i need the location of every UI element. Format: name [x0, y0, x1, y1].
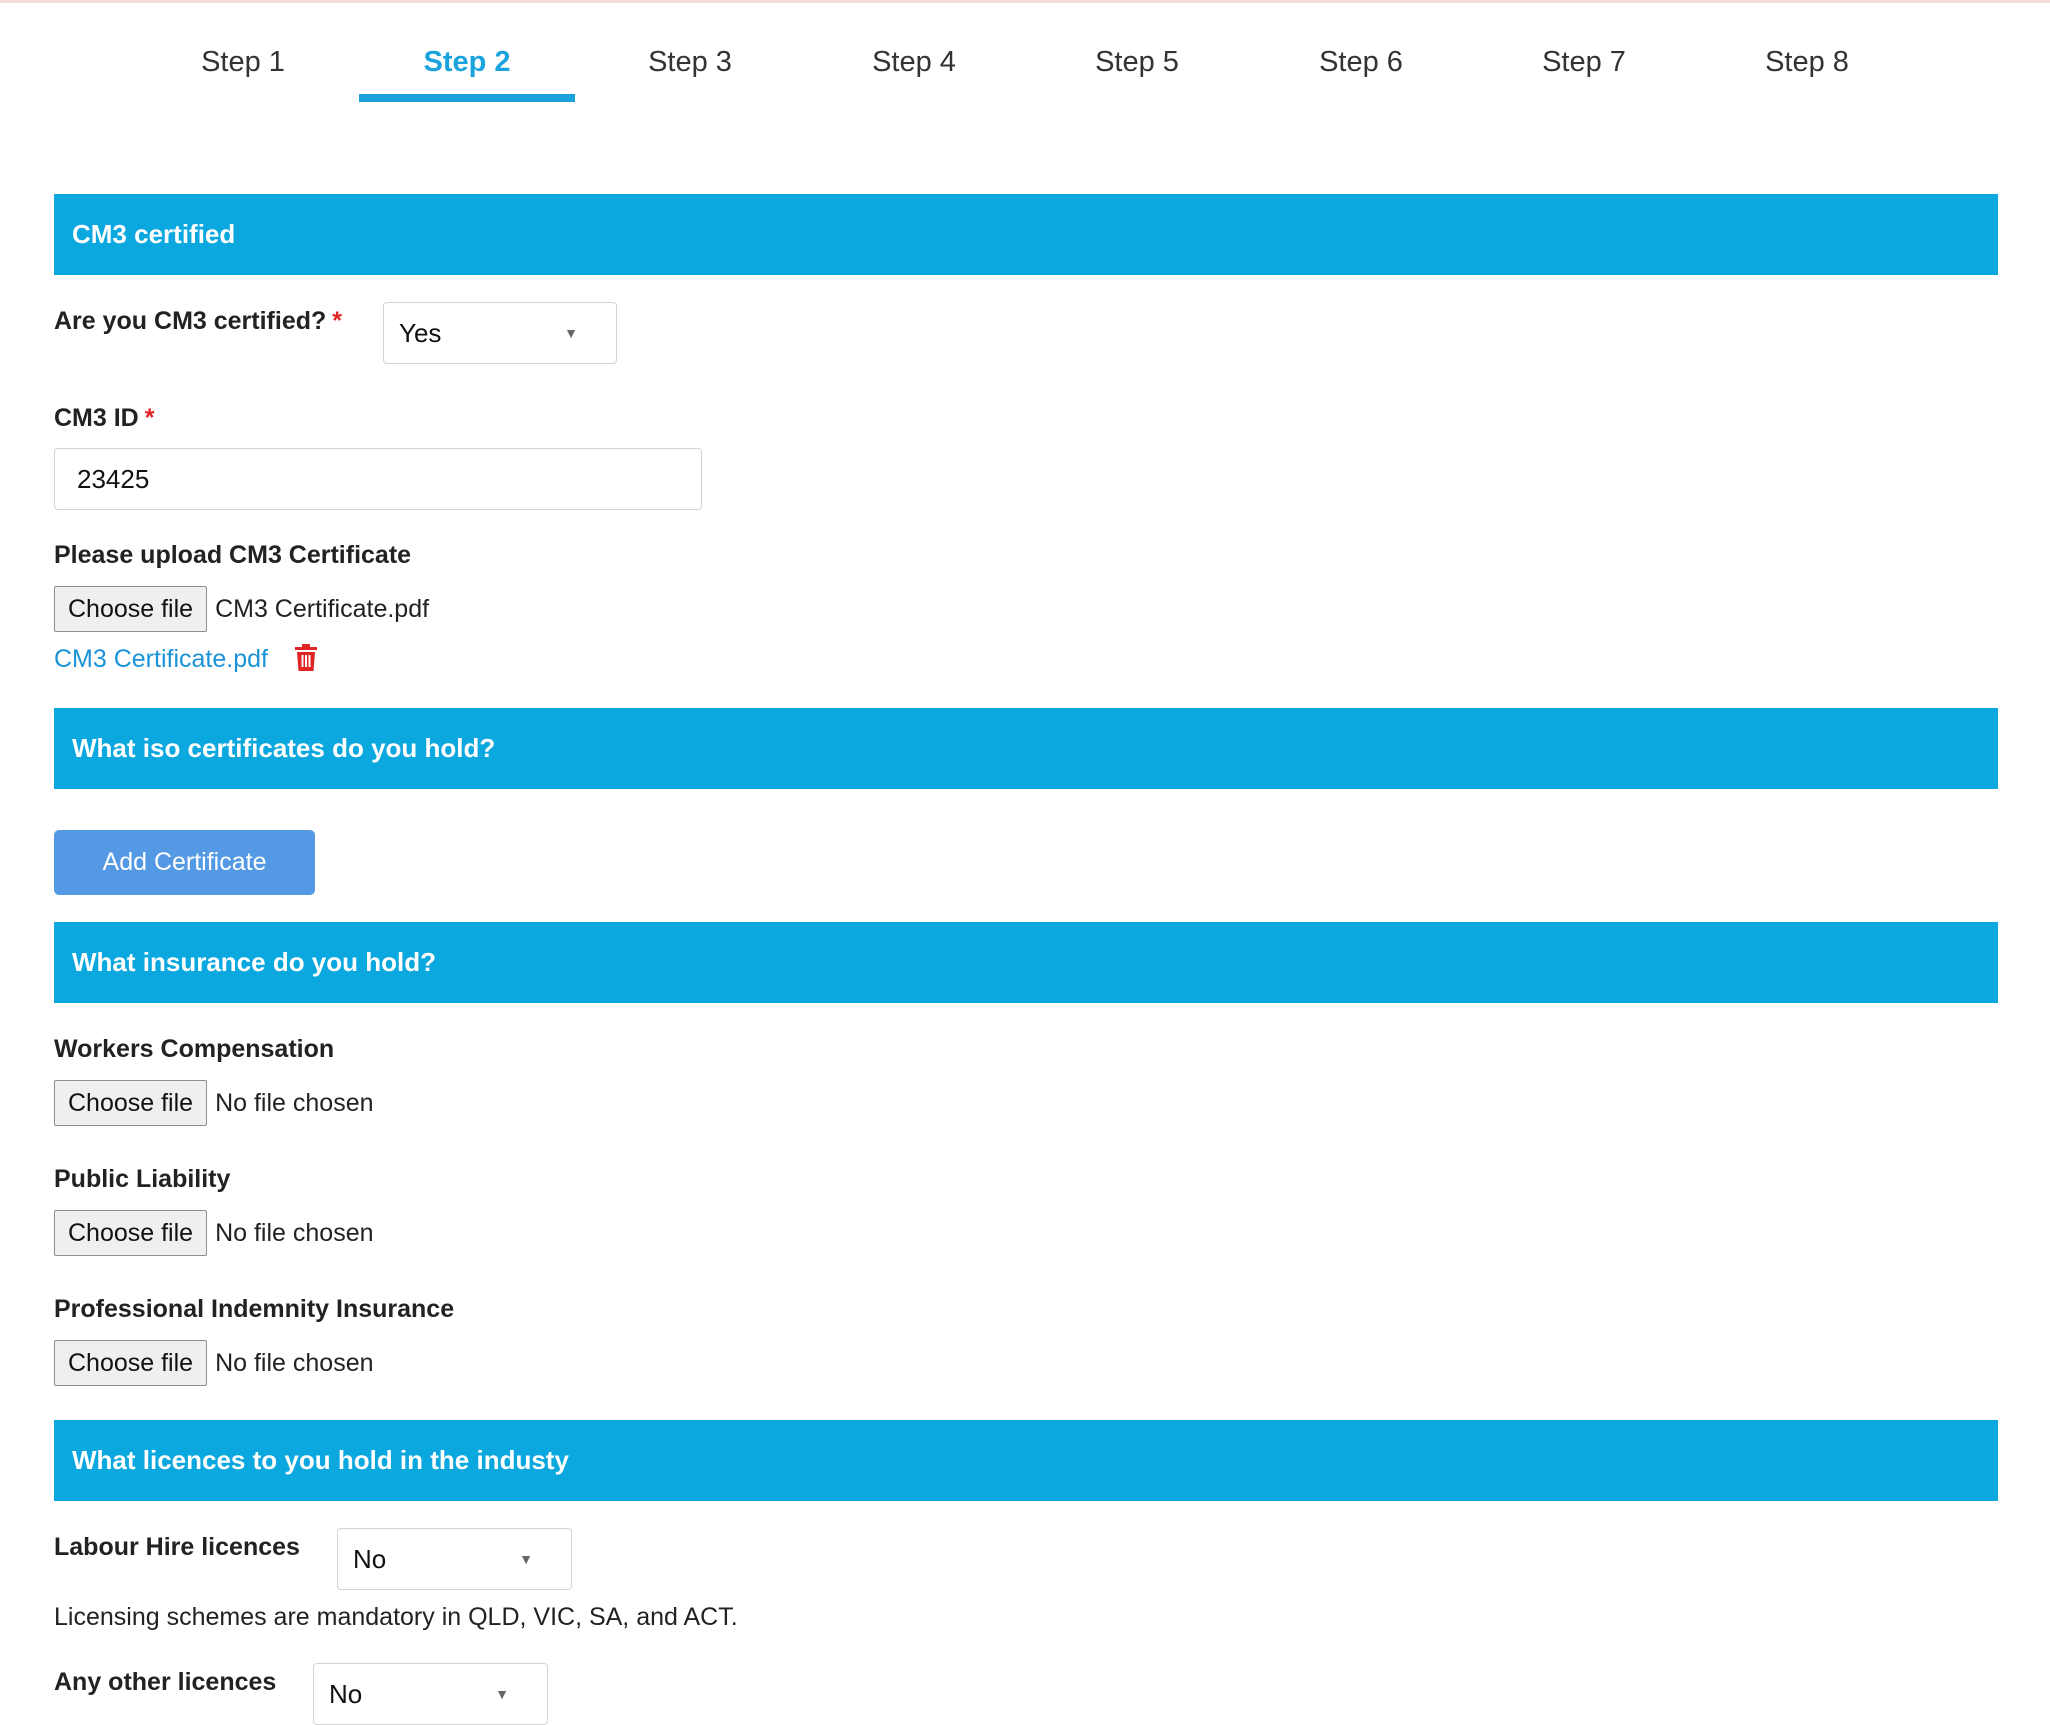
section-header-insurance: What insurance do you hold? [54, 922, 1998, 1003]
other-licences-label: Any other licences [54, 1668, 277, 1696]
required-mark: * [144, 404, 155, 432]
chevron-down-icon: ▼ [519, 1551, 533, 1567]
cm3-certified-value: Yes [399, 318, 442, 348]
cm3-upload-label: Please upload CM3 Certificate [54, 541, 412, 569]
choose-file-button[interactable]: Choose file [54, 1210, 208, 1256]
file-status: No file chosen [215, 1348, 374, 1377]
labour-hire-select[interactable]: No ▼ [337, 1528, 572, 1590]
section-header-licences: What licences to you hold in the industy [54, 1420, 1998, 1501]
tab-step-4[interactable]: Step 4 [804, 36, 1024, 102]
section-header-iso: What iso certificates do you hold? [54, 708, 1998, 789]
tab-step-1[interactable]: Step 1 [133, 36, 353, 102]
tab-step-6[interactable]: Step 6 [1251, 36, 1471, 102]
labour-hire-label: Labour Hire licences [54, 1533, 300, 1561]
file-status: No file chosen [215, 1088, 374, 1117]
tab-step-5[interactable]: Step 5 [1027, 36, 1247, 102]
required-mark: * [332, 307, 343, 335]
choose-file-button[interactable]: Choose file [54, 1340, 208, 1386]
tab-step-8[interactable]: Step 8 [1697, 36, 1917, 102]
cm3-id-label: CM3 ID * [54, 404, 154, 433]
licensing-note: Licensing schemes are mandatory in QLD, … [54, 1603, 738, 1631]
uploaded-file-link[interactable]: CM3 Certificate.pdf [54, 645, 268, 674]
tab-step-7[interactable]: Step 7 [1474, 36, 1694, 102]
tab-step-2[interactable]: Step 2 [357, 36, 577, 102]
workers-compensation-label: Workers Compensation [54, 1035, 335, 1063]
cm3-file-input: Choose file CM3 Certificate.pdf [54, 585, 429, 633]
chevron-down-icon: ▼ [495, 1686, 509, 1702]
step-tabs: Step 1 Step 2 Step 3 Step 4 Step 5 Step … [0, 36, 2050, 106]
cm3-id-input[interactable]: 23425 [54, 448, 702, 510]
section-header-cm3: CM3 certified [54, 194, 1998, 275]
choose-file-button[interactable]: Choose file [54, 586, 208, 632]
chosen-file-name: CM3 Certificate.pdf [215, 594, 430, 623]
public-liability-label: Public Liability [54, 1165, 231, 1193]
professional-indemnity-file-input: Choose file No file chosen [54, 1339, 374, 1387]
top-border [0, 0, 2050, 3]
cm3-certified-select[interactable]: Yes ▼ [383, 302, 617, 364]
trash-icon[interactable] [294, 644, 318, 677]
cm3-certified-label-text: Are you CM3 certified? [54, 307, 327, 335]
public-liability-file-input: Choose file No file chosen [54, 1209, 374, 1257]
labour-hire-value: No [353, 1544, 387, 1574]
add-certificate-button[interactable]: Add Certificate [54, 830, 315, 895]
workers-compensation-file-input: Choose file No file chosen [54, 1079, 374, 1127]
tab-step-3[interactable]: Step 3 [580, 36, 800, 102]
choose-file-button[interactable]: Choose file [54, 1080, 208, 1126]
chevron-down-icon: ▼ [564, 325, 578, 341]
cm3-certified-label: Are you CM3 certified? * [54, 307, 342, 336]
professional-indemnity-label: Professional Indemnity Insurance [54, 1295, 455, 1323]
other-licences-value: No [329, 1679, 363, 1709]
file-status: No file chosen [215, 1218, 374, 1247]
cm3-id-label-text: CM3 ID [54, 404, 139, 432]
